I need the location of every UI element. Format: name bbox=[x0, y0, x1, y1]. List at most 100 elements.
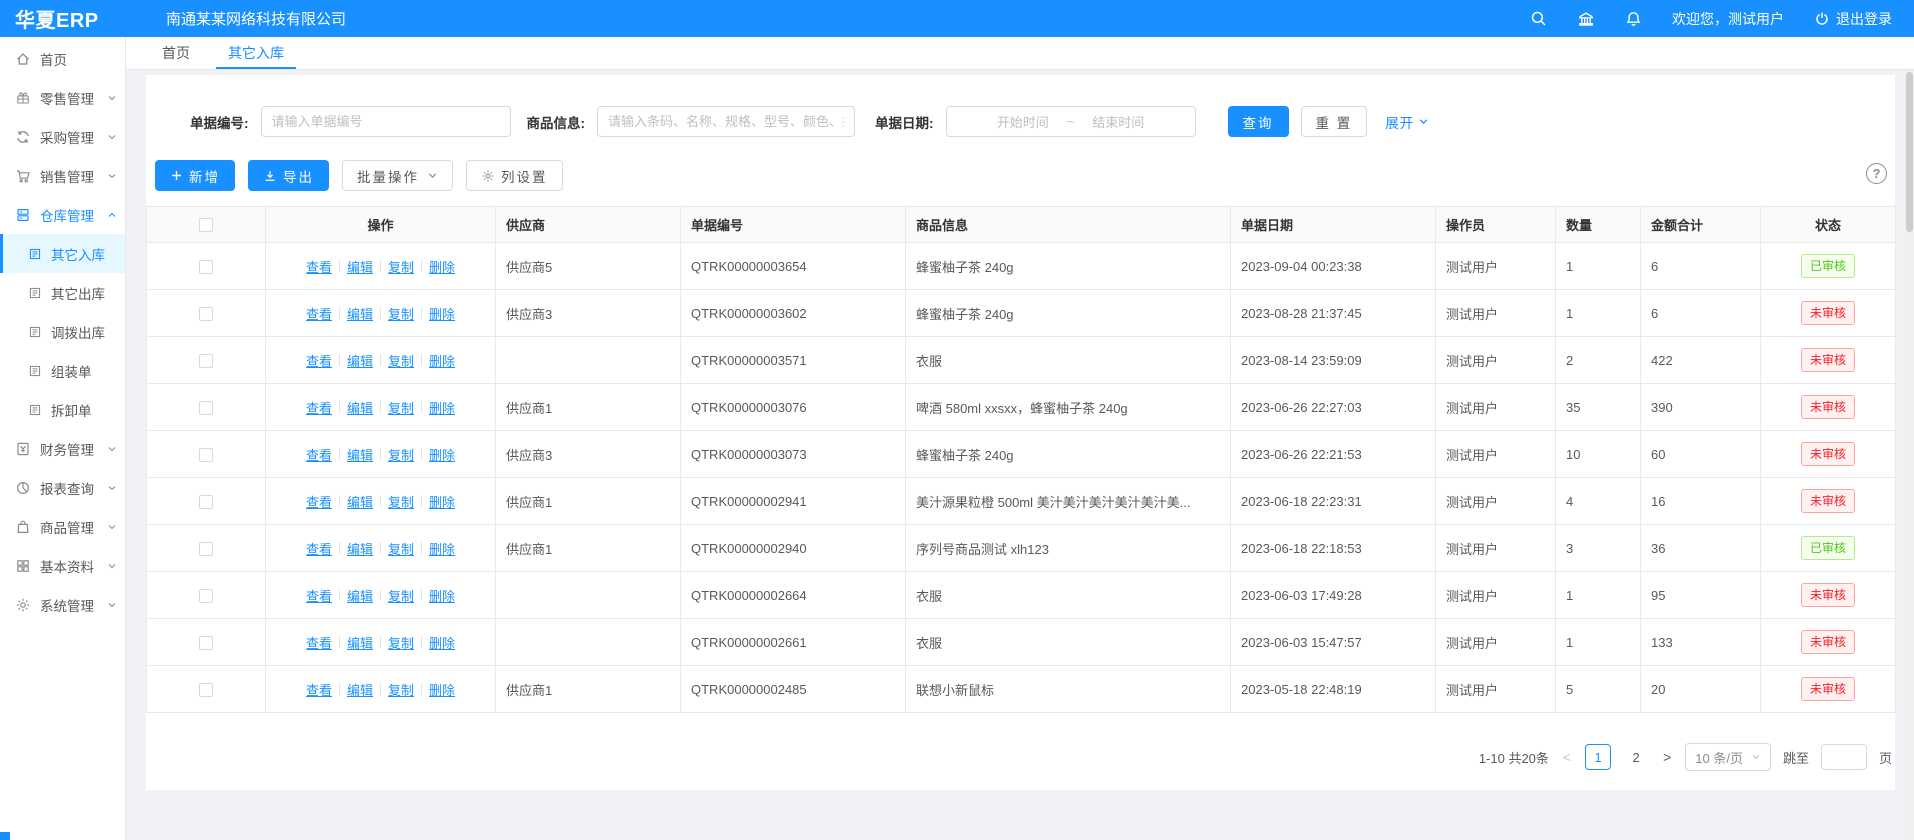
edit-link[interactable]: 编辑 bbox=[347, 633, 373, 652]
sidebar-item-purchase[interactable]: 采购管理 bbox=[0, 117, 125, 156]
sidebar-item-sales[interactable]: 销售管理 bbox=[0, 156, 125, 195]
delete-link[interactable]: 删除 bbox=[429, 445, 455, 464]
divider bbox=[380, 354, 381, 366]
row-checkbox[interactable] bbox=[199, 307, 213, 321]
row-checkbox[interactable] bbox=[199, 542, 213, 556]
help-icon[interactable]: ? bbox=[1866, 163, 1887, 184]
delete-link[interactable]: 删除 bbox=[429, 633, 455, 652]
row-checkbox[interactable] bbox=[199, 448, 213, 462]
table-row: 查看编辑复制删除供应商1QTRK00000002940序列号商品测试 xlh12… bbox=[147, 525, 1896, 572]
batch-actions-button[interactable]: 批量操作 bbox=[342, 160, 453, 191]
view-link[interactable]: 查看 bbox=[306, 680, 332, 699]
bell-icon[interactable] bbox=[1625, 10, 1642, 27]
copy-link[interactable]: 复制 bbox=[388, 257, 414, 276]
status-cell: 未审核 bbox=[1761, 290, 1896, 337]
copy-link[interactable]: 复制 bbox=[388, 539, 414, 558]
row-checkbox[interactable] bbox=[199, 683, 213, 697]
view-link[interactable]: 查看 bbox=[306, 351, 332, 370]
next-page-button[interactable]: > bbox=[1661, 749, 1673, 765]
edit-link[interactable]: 编辑 bbox=[347, 257, 373, 276]
delete-link[interactable]: 删除 bbox=[429, 304, 455, 323]
bill-no-input[interactable] bbox=[261, 106, 511, 137]
edit-link[interactable]: 编辑 bbox=[347, 398, 373, 417]
sidebar-item-warehouse[interactable]: 仓库管理 bbox=[0, 195, 125, 234]
reset-button[interactable]: 重 置 bbox=[1301, 106, 1368, 137]
delete-link[interactable]: 删除 bbox=[429, 398, 455, 417]
scrollbar-thumb[interactable] bbox=[1906, 72, 1913, 232]
row-checkbox[interactable] bbox=[199, 260, 213, 274]
edit-link[interactable]: 编辑 bbox=[347, 586, 373, 605]
divider bbox=[339, 260, 340, 272]
delete-link[interactable]: 删除 bbox=[429, 680, 455, 699]
sidebar-item-basic-data[interactable]: 基本资料 bbox=[0, 546, 125, 585]
view-link[interactable]: 查看 bbox=[306, 257, 332, 276]
copy-link[interactable]: 复制 bbox=[388, 492, 414, 511]
tab-home[interactable]: 首页 bbox=[162, 37, 190, 69]
sidebar-subitem-transfer-outbound[interactable]: 调拨出库 bbox=[0, 312, 125, 351]
expand-link[interactable]: 展开 bbox=[1385, 112, 1429, 132]
copy-link[interactable]: 复制 bbox=[388, 633, 414, 652]
copy-link[interactable]: 复制 bbox=[388, 445, 414, 464]
sidebar-subitem-other-inbound[interactable]: 其它入库 bbox=[0, 234, 125, 273]
sidebar-item-goods[interactable]: 商品管理 bbox=[0, 507, 125, 546]
view-link[interactable]: 查看 bbox=[306, 304, 332, 323]
row-checkbox[interactable] bbox=[199, 401, 213, 415]
delete-link[interactable]: 删除 bbox=[429, 492, 455, 511]
sidebar-item-system[interactable]: 系统管理 bbox=[0, 585, 125, 624]
view-link[interactable]: 查看 bbox=[306, 445, 332, 464]
sidebar-item-finance[interactable]: 财务管理 bbox=[0, 429, 125, 468]
sidebar-item-home[interactable]: 首页 bbox=[0, 39, 125, 78]
view-link[interactable]: 查看 bbox=[306, 492, 332, 511]
select-all-checkbox[interactable] bbox=[199, 218, 213, 232]
export-button[interactable]: 导出 bbox=[248, 160, 329, 191]
search-icon[interactable] bbox=[1530, 10, 1547, 27]
edit-link[interactable]: 编辑 bbox=[347, 492, 373, 511]
search-button[interactable]: 查询 bbox=[1228, 106, 1289, 137]
delete-link[interactable]: 删除 bbox=[429, 351, 455, 370]
date-range-input[interactable]: 开始时间 ~ 结束时间 bbox=[946, 106, 1196, 137]
delete-link[interactable]: 删除 bbox=[429, 257, 455, 276]
sidebar-subitem-other-outbound[interactable]: 其它出库 bbox=[0, 273, 125, 312]
view-link[interactable]: 查看 bbox=[306, 398, 332, 417]
prev-page-button[interactable]: < bbox=[1561, 749, 1573, 765]
add-button[interactable]: 新增 bbox=[155, 160, 235, 191]
copy-link[interactable]: 复制 bbox=[388, 398, 414, 417]
copy-link[interactable]: 复制 bbox=[388, 304, 414, 323]
sidebar-item-label: 报表查询 bbox=[40, 478, 94, 498]
tab-other-inbound[interactable]: 其它入库 bbox=[228, 37, 284, 69]
edit-link[interactable]: 编辑 bbox=[347, 539, 373, 558]
row-checkbox[interactable] bbox=[199, 589, 213, 603]
jump-page-input[interactable] bbox=[1821, 744, 1867, 770]
column-settings-button[interactable]: 列设置 bbox=[466, 160, 563, 191]
sidebar-subitem-assembly[interactable]: 组装单 bbox=[0, 351, 125, 390]
page-button-1[interactable]: 1 bbox=[1585, 744, 1611, 770]
view-link[interactable]: 查看 bbox=[306, 539, 332, 558]
edit-link[interactable]: 编辑 bbox=[347, 680, 373, 699]
bank-icon[interactable] bbox=[1577, 10, 1595, 28]
copy-link[interactable]: 复制 bbox=[388, 351, 414, 370]
delete-link[interactable]: 删除 bbox=[429, 539, 455, 558]
edit-link[interactable]: 编辑 bbox=[347, 351, 373, 370]
edit-link[interactable]: 编辑 bbox=[347, 304, 373, 323]
view-link[interactable]: 查看 bbox=[306, 633, 332, 652]
delete-link[interactable]: 删除 bbox=[429, 586, 455, 605]
row-actions-cell: 查看编辑复制删除 bbox=[266, 290, 496, 337]
operator-cell: 测试用户 bbox=[1436, 384, 1556, 431]
copy-link[interactable]: 复制 bbox=[388, 586, 414, 605]
product-info-input[interactable] bbox=[597, 106, 855, 137]
sidebar-item-retail[interactable]: 零售管理 bbox=[0, 78, 125, 117]
edit-link[interactable]: 编辑 bbox=[347, 445, 373, 464]
gear-icon bbox=[481, 169, 495, 183]
row-checkbox[interactable] bbox=[199, 354, 213, 368]
sidebar-subitem-disassembly[interactable]: 拆卸单 bbox=[0, 390, 125, 429]
row-checkbox[interactable] bbox=[199, 636, 213, 650]
page-button-2[interactable]: 2 bbox=[1623, 744, 1649, 770]
logout-button[interactable]: 退出登录 bbox=[1814, 9, 1892, 29]
bill-no-cell: QTRK00000003571 bbox=[681, 337, 906, 384]
sidebar-item-reports[interactable]: 报表查询 bbox=[0, 468, 125, 507]
copy-link[interactable]: 复制 bbox=[388, 680, 414, 699]
page-size-select[interactable]: 10 条/页 bbox=[1685, 743, 1771, 771]
row-checkbox[interactable] bbox=[199, 495, 213, 509]
view-link[interactable]: 查看 bbox=[306, 586, 332, 605]
vertical-scrollbar[interactable] bbox=[1905, 70, 1914, 840]
